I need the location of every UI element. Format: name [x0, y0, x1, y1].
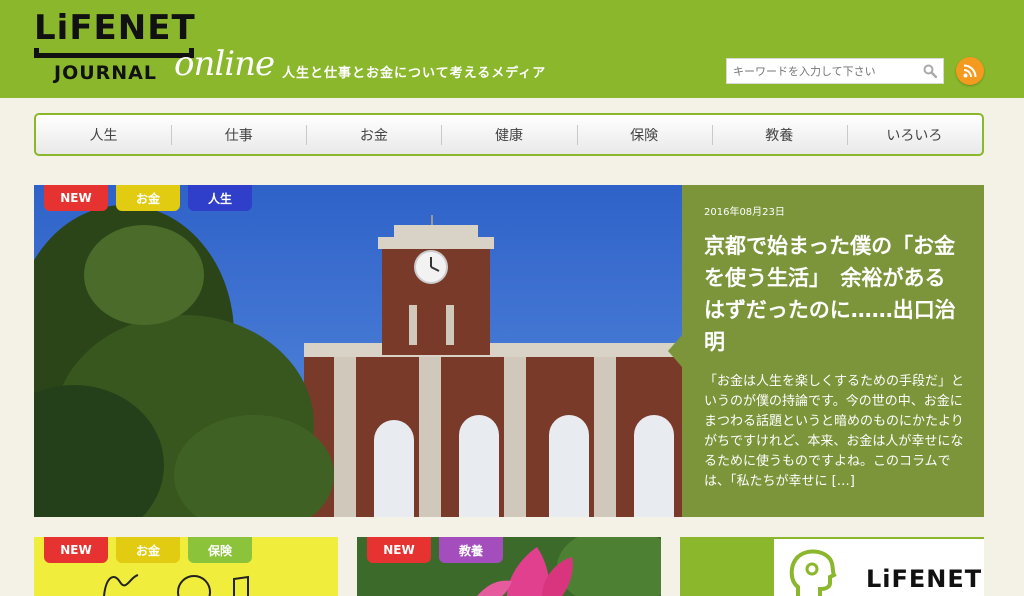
- tag-new[interactable]: NEW: [44, 537, 108, 563]
- site-tagline: 人生と仕事とお金について考えるメディア: [282, 66, 547, 81]
- featured-article[interactable]: NEW お金 人生 2016年08月23日 京都で始まった僕の「お金を使う生活」…: [34, 185, 984, 517]
- nav-item-money[interactable]: お金: [306, 115, 441, 154]
- tag-insurance[interactable]: 保険: [188, 537, 252, 563]
- tag-money[interactable]: お金: [116, 185, 180, 211]
- card-tags: NEW お金 保険: [44, 537, 252, 563]
- search-icon[interactable]: [923, 64, 937, 78]
- featured-tags: NEW お金 人生: [44, 185, 252, 211]
- logo-wordmark: LiFENET: [34, 8, 196, 48]
- card-tags: NEW 教養: [367, 537, 503, 563]
- tag-culture[interactable]: 教養: [439, 537, 503, 563]
- site-logo[interactable]: LiFENET JOURNAL online: [34, 8, 275, 90]
- search-box: [726, 58, 944, 84]
- featured-summary: 2016年08月23日 京都で始まった僕の「お金を使う生活」 余裕があるはずだっ…: [668, 185, 984, 517]
- nav-item-work[interactable]: 仕事: [171, 115, 306, 154]
- article-card[interactable]: NEW 教養: [357, 537, 661, 596]
- logo-journal: JOURNAL: [54, 62, 157, 84]
- rss-icon: [963, 64, 977, 78]
- article-excerpt: 「お金は人生を楽しくするための手段だ」というのが僕の持論です。今の世の中、お金に…: [704, 374, 965, 489]
- tag-life[interactable]: 人生: [188, 185, 252, 211]
- head-profile-icon: [789, 549, 837, 596]
- tag-money[interactable]: お金: [116, 537, 180, 563]
- rss-button[interactable]: [956, 57, 984, 85]
- article-date: 2016年08月23日: [704, 207, 785, 218]
- nav-item-culture[interactable]: 教養: [711, 115, 847, 154]
- banner-panel: LiFENET: [770, 539, 984, 596]
- tag-new[interactable]: NEW: [367, 537, 431, 563]
- nav-item-life[interactable]: 人生: [36, 115, 171, 154]
- article-card[interactable]: NEW お金 保険: [34, 537, 338, 596]
- article-title[interactable]: 京都で始まった僕の「お金を使う生活」 余裕があるはずだったのに……出口治明: [704, 230, 964, 358]
- site-header: LiFENET JOURNAL online 人生と仕事とお金について考えるメデ…: [0, 0, 1024, 98]
- nav-item-health[interactable]: 健康: [441, 115, 576, 154]
- logo-online: online: [174, 44, 275, 84]
- tag-new[interactable]: NEW: [44, 185, 108, 211]
- logo-bracket: [34, 48, 194, 58]
- lifenet-banner[interactable]: LiFENET: [680, 537, 984, 596]
- nav-item-misc[interactable]: いろいろ: [846, 115, 982, 154]
- main-navigation: 人生 仕事 お金 健康 保険 教養 いろいろ: [34, 113, 984, 156]
- nav-item-insurance[interactable]: 保険: [576, 115, 712, 154]
- featured-image[interactable]: NEW お金 人生: [34, 185, 682, 517]
- banner-logo: LiFENET: [866, 565, 983, 593]
- search-input[interactable]: [727, 59, 917, 83]
